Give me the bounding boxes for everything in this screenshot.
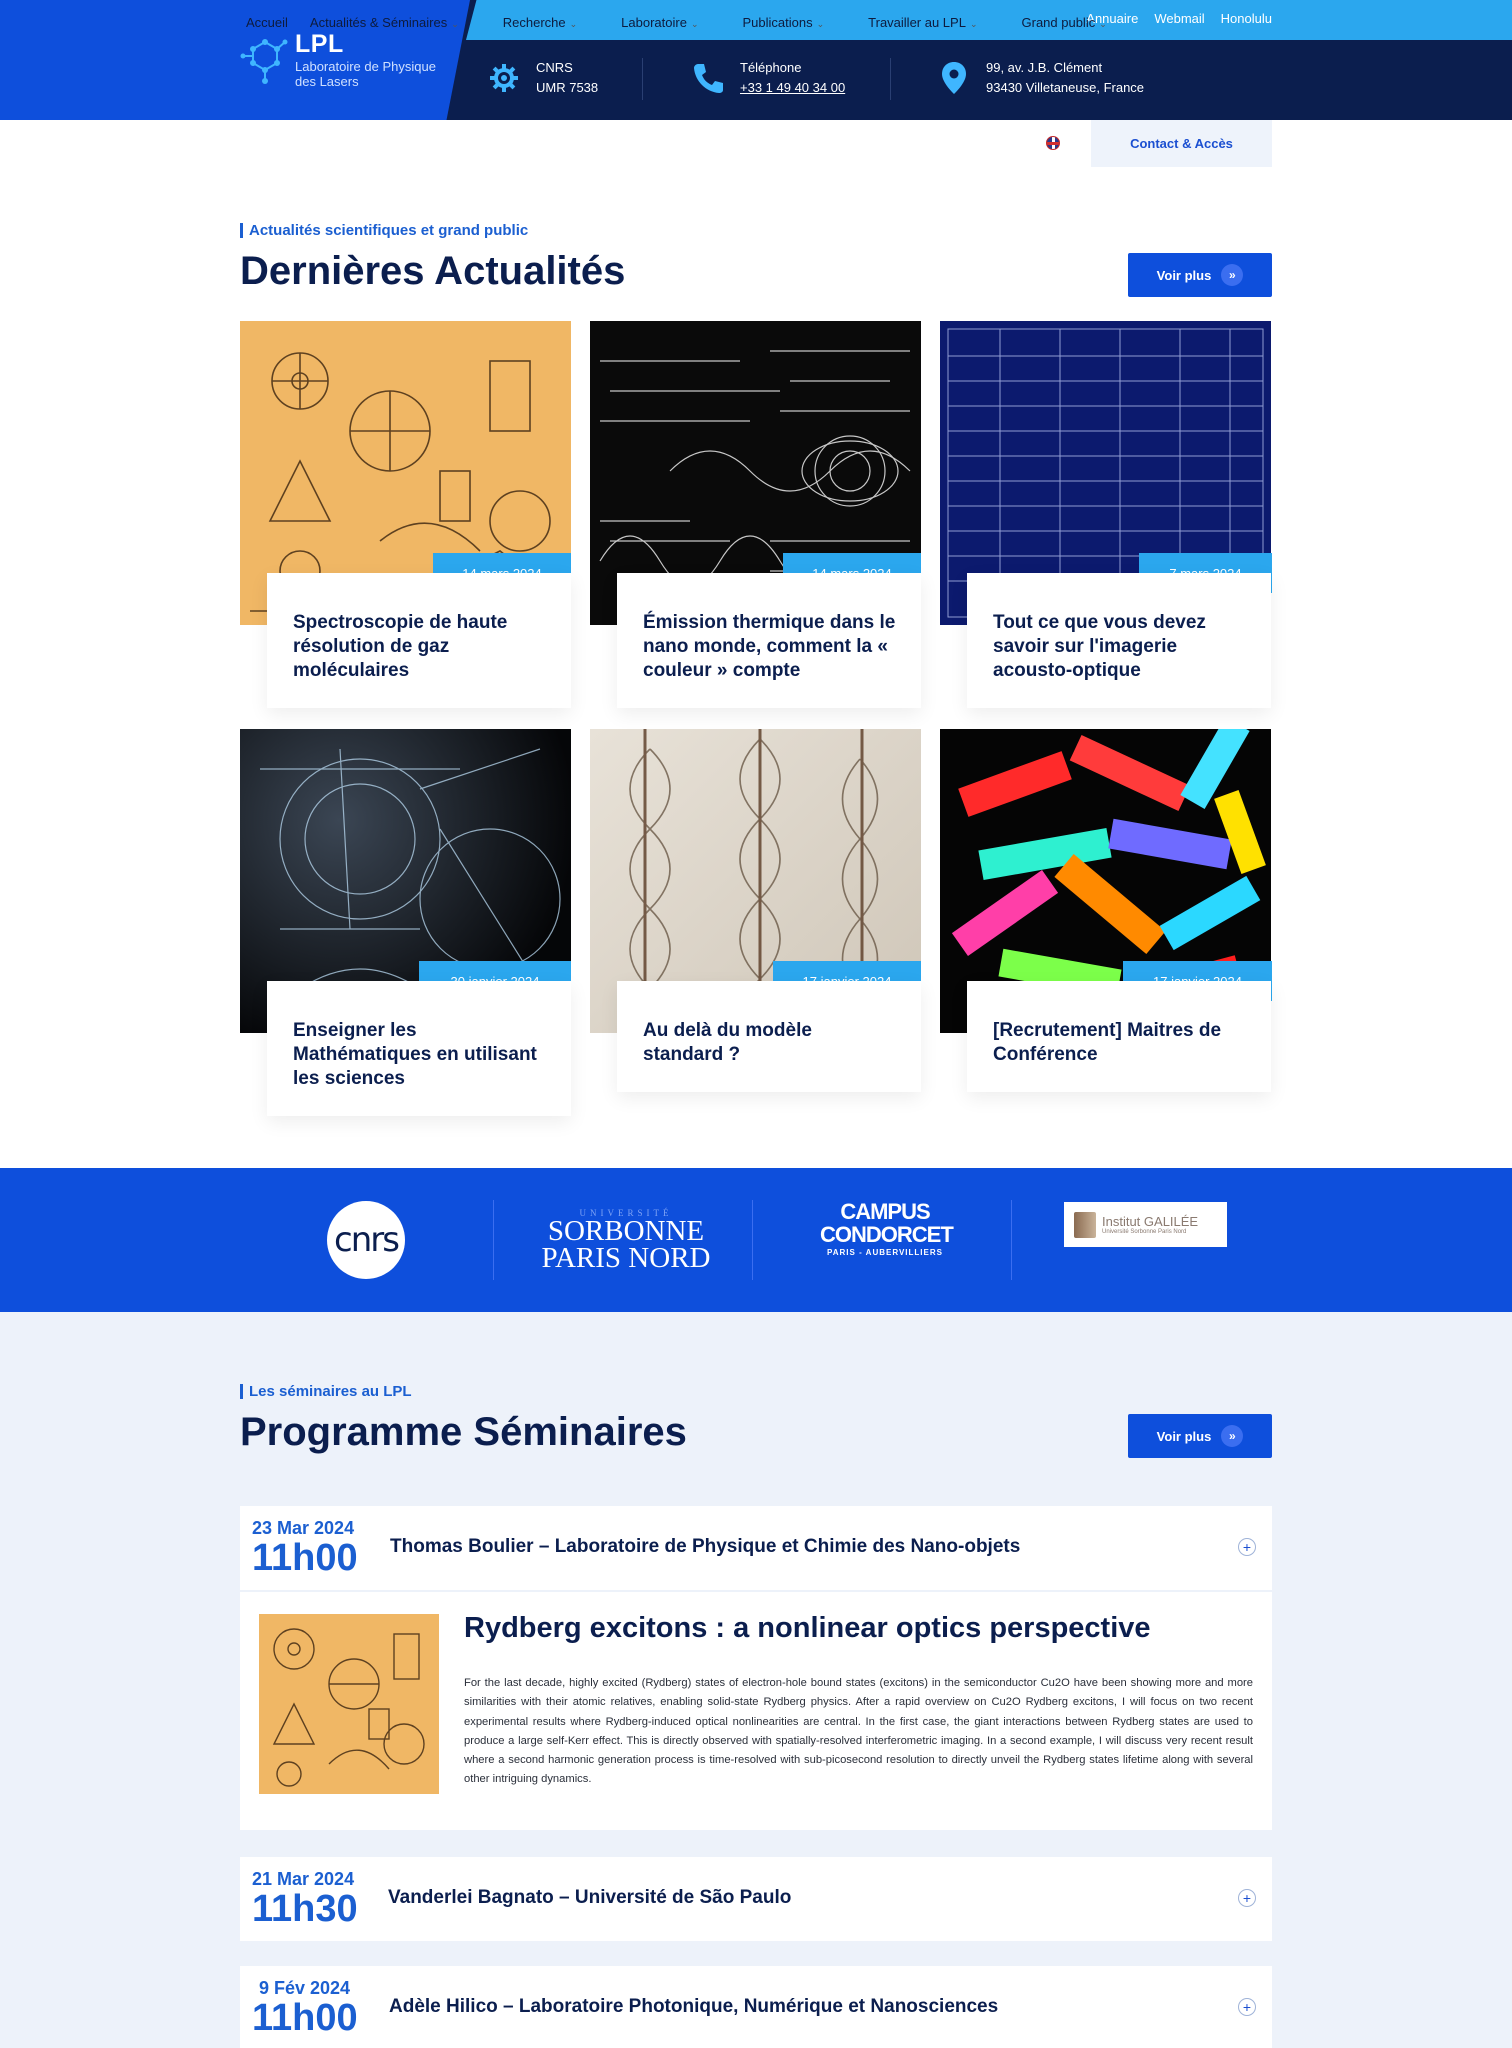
- info-divider: [890, 58, 891, 100]
- news-more-label: Voir plus: [1156, 267, 1212, 283]
- seminar-talk-title: Rydberg excitons : a nonlinear optics pe…: [464, 1612, 1151, 1644]
- phone-label: Téléphone: [740, 60, 802, 75]
- news-card-2[interactable]: Émission thermique dans le nano monde, c…: [617, 573, 921, 708]
- seminars-title: Programme Séminaires: [240, 1410, 687, 1454]
- address-info: 99, av. J.B. Clément 93430 Villetaneuse, …: [936, 58, 1144, 98]
- logo-title[interactable]: LPL: [295, 30, 344, 59]
- nav-item-publications[interactable]: Publications ⌄: [743, 15, 847, 30]
- sorbonne-logo[interactable]: UNIVERSITÉ SORBONNE PARIS NORD: [536, 1208, 716, 1274]
- phone-info: Téléphone +33 1 49 40 34 00: [690, 58, 845, 98]
- info-divider: [642, 58, 643, 100]
- partner-divider: [493, 1200, 494, 1280]
- seminar-abstract: For the last decade, highly excited (Ryd…: [464, 1677, 1253, 1786]
- cnrs-label: CNRS: [536, 60, 573, 75]
- umr-label: UMR 7538: [536, 80, 599, 95]
- sorbonne-line1: SORBONNE: [547, 1215, 705, 1247]
- expand-plus-icon[interactable]: +: [1238, 1998, 1256, 2016]
- campus-line2: CONDORCET: [820, 1222, 954, 1247]
- nav-item-grand-public[interactable]: Grand public ⌄: [1022, 15, 1129, 30]
- chevron-down-icon: ⌄: [569, 19, 578, 29]
- chevron-down-icon: ⌄: [969, 19, 978, 29]
- news-eyebrow: Actualités scientifiques et grand public: [240, 223, 528, 238]
- chevron-down-icon: ⌄: [451, 19, 459, 29]
- campus-line3: PARIS - AUBERVILLIERS: [827, 1248, 943, 1257]
- phone-number-link[interactable]: +33 1 49 40 34 00: [740, 80, 845, 95]
- card-title: Spectroscopie de haute résolution de gaz…: [293, 612, 508, 681]
- top-link-webmail[interactable]: Webmail: [1154, 11, 1204, 26]
- seminar-thumbnail: [259, 1614, 439, 1794]
- chevron-down-icon: ⌄: [690, 19, 699, 29]
- galilee-logo[interactable]: Institut GALILÉE Université Sorbonne Par…: [1064, 1202, 1227, 1247]
- top-link-honolulu[interactable]: Honolulu: [1221, 11, 1272, 26]
- campus-line1: CAMPUS: [840, 1199, 930, 1224]
- address-line1: 99, av. J.B. Clément: [986, 60, 1103, 75]
- cnrs-logo[interactable]: cnrs: [327, 1201, 405, 1279]
- seminar-speaker: Adèle Hilico – Laboratoire Photonique, N…: [389, 1996, 999, 2017]
- gear-icon: [486, 60, 522, 96]
- chevron-down-icon: ⌄: [1099, 19, 1107, 29]
- seminar-row-3[interactable]: 9 Fév 2024 11h00 Adèle Hilico – Laborato…: [240, 1966, 1272, 2048]
- partner-divider: [1011, 1200, 1012, 1280]
- nav-item-recherche[interactable]: Recherche ⌄: [503, 15, 599, 30]
- card-title: Tout ce que vous devez savoir sur l'imag…: [993, 612, 1206, 681]
- expand-plus-icon[interactable]: +: [1238, 1889, 1256, 1907]
- sorbonne-line2: PARIS NORD: [541, 1242, 711, 1274]
- contact-access-button[interactable]: Contact & Accès: [1091, 120, 1272, 167]
- news-card-6[interactable]: [Recrutement] Maitres de Conférence: [967, 981, 1271, 1092]
- news-card-3[interactable]: Tout ce que vous devez savoir sur l'imag…: [967, 573, 1271, 708]
- partners-band: [0, 1168, 1512, 1312]
- campus-condorcet-logo[interactable]: CAMPUS CONDORCET PARIS - AUBERVILLIERS: [820, 1199, 954, 1257]
- seminar-date: 21 Mar 2024: [252, 1869, 355, 1889]
- main-nav: [0, 120, 1512, 167]
- cnrs-info: CNRS UMR 7538: [486, 58, 598, 98]
- galilee-line1: Institut GALILÉE: [1102, 1214, 1199, 1229]
- seminar-speaker: Thomas Boulier – Laboratoire de Physique…: [390, 1536, 1021, 1557]
- card-title: Au delà du modèle standard ?: [643, 1020, 812, 1065]
- seminar-date: 23 Mar 2024: [252, 1518, 355, 1538]
- map-pin-icon: [936, 60, 972, 96]
- uk-flag-icon[interactable]: [1046, 136, 1060, 150]
- partner-divider: [752, 1200, 753, 1280]
- card-title: Émission thermique dans le nano monde, c…: [643, 612, 896, 681]
- nav-item-travailler[interactable]: Travailler au LPL ⌄: [868, 15, 999, 30]
- card-title: Enseigner les Mathématiques en utilisant…: [293, 1020, 537, 1089]
- double-chevron-right-icon: »: [1221, 1425, 1244, 1447]
- chevron-down-icon: ⌄: [816, 19, 825, 29]
- double-chevron-right-icon: »: [1221, 264, 1244, 286]
- expand-plus-icon[interactable]: +: [1238, 1538, 1256, 1556]
- nav-items: Accueil Actualités & Séminaires ⌄ Recherc…: [246, 15, 1151, 30]
- seminar-time: 11h00: [252, 1537, 358, 1579]
- seminar-row-1[interactable]: 23 Mar 2024 11h00 Thomas Boulier – Labor…: [240, 1506, 1272, 1590]
- galilee-emblem-icon: [1074, 1211, 1096, 1238]
- seminars-more-button[interactable]: Voir plus »: [1128, 1414, 1272, 1458]
- galilee-line2: Université Sorbonne Paris Nord: [1102, 1229, 1187, 1235]
- molecule-logo-icon: [240, 39, 288, 84]
- seminars-more-label: Voir plus: [1156, 1428, 1212, 1444]
- phone-icon: [690, 60, 726, 96]
- nav-item-actualites[interactable]: Actualités & Séminaires ⌄: [310, 15, 481, 30]
- news-title: Dernières Actualités: [240, 249, 626, 293]
- news-card-4[interactable]: Enseigner les Mathématiques en utilisant…: [267, 981, 571, 1116]
- nav-item-accueil[interactable]: Accueil: [246, 15, 288, 30]
- seminar-time: 11h00: [252, 1997, 358, 2039]
- seminar-date: 9 Fév 2024: [259, 1978, 351, 1998]
- seminar-speaker: Vanderlei Bagnato – Université de São Pa…: [388, 1887, 792, 1908]
- news-card-5[interactable]: Au delà du modèle standard ?: [617, 981, 921, 1092]
- seminars-eyebrow: Les séminaires au LPL: [240, 1384, 412, 1399]
- logo-subtitle: Laboratoire de Physique des Lasers: [295, 59, 436, 89]
- card-title: [Recrutement] Maitres de Conférence: [993, 1020, 1222, 1065]
- news-card-1[interactable]: Spectroscopie de haute résolution de gaz…: [267, 573, 571, 708]
- seminar-time: 11h30: [252, 1888, 358, 1930]
- news-more-button[interactable]: Voir plus »: [1128, 253, 1272, 297]
- seminar-row-2[interactable]: 21 Mar 2024 11h30 Vanderlei Bagnato – Un…: [240, 1857, 1272, 1941]
- nav-item-laboratoire[interactable]: Laboratoire ⌄: [621, 15, 720, 30]
- address-line2: 93430 Villetaneuse, France: [986, 80, 1145, 95]
